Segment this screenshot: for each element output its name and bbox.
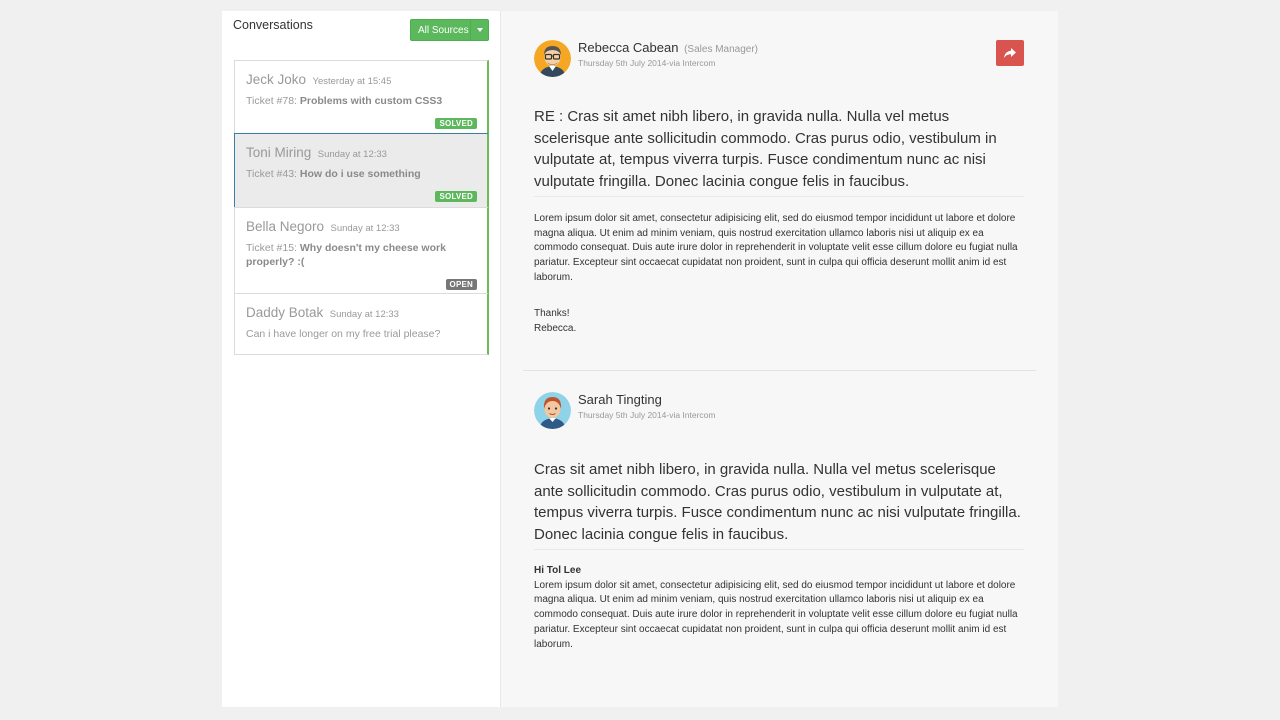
reply-button[interactable]	[996, 40, 1024, 66]
conversation-name: Bella Negoro	[246, 219, 325, 234]
message-divider	[534, 549, 1024, 550]
avatar	[534, 392, 571, 429]
conversation-time: Sunday at 12:33	[330, 223, 400, 234]
conversation-name: Toni Miring	[246, 145, 312, 160]
sender-name: Rebecca Cabean	[578, 40, 679, 55]
conversation-list: Jeck Joko Yesterday at 15:45 Ticket #78:…	[234, 60, 489, 355]
sender-line: Rebecca Cabean (Sales Manager)	[578, 40, 758, 55]
conversation-item[interactable]: Daddy Botak Sunday at 12:33 Can i have l…	[234, 293, 489, 355]
message-thread: Rebecca Cabean (Sales Manager) Thursday …	[501, 11, 1058, 707]
conversation-name: Daddy Botak	[246, 305, 324, 320]
conversations-panel: Conversations All Sources Jeck Joko Yest…	[222, 11, 501, 707]
message-lead: RE : Cras sit amet nibh libero, in gravi…	[534, 108, 997, 190]
conversation-item-active[interactable]: Toni Miring Sunday at 12:33 Ticket #43: …	[234, 133, 489, 207]
signature: Rebecca.	[534, 322, 577, 334]
dropdown-toggle[interactable]	[470, 20, 488, 40]
status-badge: OPEN	[445, 279, 477, 290]
app-window: Conversations All Sources Jeck Joko Yest…	[222, 11, 1058, 707]
ticket-number: Ticket #43:	[246, 168, 297, 180]
message-signoff: Thanks! Rebecca.	[534, 307, 576, 336]
status-badge: SOLVED	[435, 118, 477, 129]
ticket-number: Ticket #15:	[246, 242, 297, 254]
conversation-item[interactable]: Jeck Joko Yesterday at 15:45 Ticket #78:…	[234, 60, 489, 133]
conversation-time: Sunday at 12:33	[329, 309, 399, 320]
conversation-preview: Can i have longer on my free trial pleas…	[246, 328, 441, 340]
avatar-man-glasses-icon	[534, 40, 571, 77]
message-lead: Cras sit amet nibh libero, in gravida nu…	[534, 461, 1021, 543]
message-body: Lorem ipsum dolor sit amet, consectetur …	[534, 579, 1018, 650]
message-meta: Thursday 5th July 2014-via Intercom	[578, 410, 716, 420]
avatar-woman-icon	[534, 392, 571, 429]
message-body-wrap: Hi Tol Lee Lorem ipsum dolor sit amet, c…	[534, 564, 1024, 652]
sender-role: (Sales Manager)	[684, 44, 759, 55]
avatar	[534, 40, 571, 77]
all-sources-label: All Sources	[418, 24, 469, 36]
message-greeting: Hi Tol Lee	[534, 565, 582, 576]
message-separator	[523, 370, 1036, 371]
conversation-item[interactable]: Bella Negoro Sunday at 12:33 Ticket #15:…	[234, 207, 489, 293]
status-badge: SOLVED	[435, 191, 477, 202]
message-meta: Thursday 5th July 2014-via Intercom	[578, 58, 716, 68]
all-sources-dropdown[interactable]: All Sources	[410, 19, 489, 41]
ticket-subject: Problems with custom CSS3	[299, 95, 443, 107]
caret-down-icon	[476, 28, 483, 32]
conversation-time: Yesterday at 15:45	[312, 76, 392, 87]
conversation-time: Sunday at 12:33	[317, 149, 387, 160]
message-body: Lorem ipsum dolor sit amet, consectetur …	[534, 213, 1018, 283]
ticket-number: Ticket #78:	[246, 95, 297, 107]
conversations-title: Conversations	[233, 18, 313, 32]
sender-name: Sarah Tingting	[578, 392, 662, 407]
message-divider	[534, 196, 1024, 197]
thanks-text: Thanks!	[534, 308, 570, 319]
share-icon	[1004, 47, 1016, 58]
conversation-name: Jeck Joko	[246, 72, 307, 87]
ticket-subject: How do i use something	[299, 168, 421, 180]
